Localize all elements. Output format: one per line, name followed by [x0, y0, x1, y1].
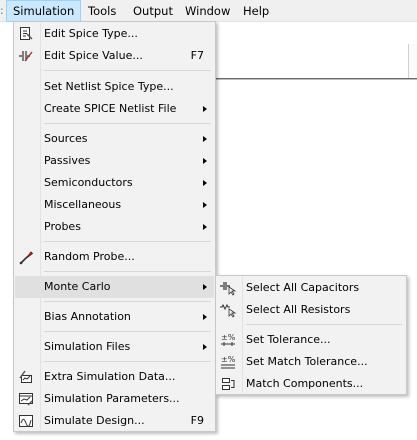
submenu-arrow-icon: [203, 106, 207, 112]
menu-item-label: Simulation Files: [44, 340, 131, 353]
menu-item-set-netlist-spice-type[interactable]: Set Netlist Spice Type...: [15, 76, 214, 98]
simulate-icon: [18, 413, 34, 429]
menu-item-probes[interactable]: Probes: [15, 216, 214, 238]
menu-item-bias-annotation[interactable]: Bias Annotation: [15, 306, 214, 328]
spice-value-icon: [18, 48, 34, 64]
menu-item-label: Sources: [44, 132, 88, 145]
menu-item-label: Monte Carlo: [44, 280, 111, 293]
spice-type-icon: [18, 26, 34, 42]
submenu-arrow-icon: [203, 158, 207, 164]
menu-item-label: Select All Resistors: [246, 303, 351, 316]
menu-separator: [44, 241, 211, 242]
submenu-arrow-icon: [203, 314, 207, 320]
submenu-arrow-icon: [203, 284, 207, 290]
submenu-arrow-icon: [203, 136, 207, 142]
submenu-arrow-icon: [203, 180, 207, 186]
menu-separator: [44, 361, 211, 362]
menu-item-select-all-resistors[interactable]: Select All Resistors: [217, 299, 405, 321]
menu-item-match-components[interactable]: Match Components...: [217, 373, 405, 395]
svg-text:±%: ±%: [221, 355, 236, 364]
menu-bar: : Simulation Tools Output Window Help: [0, 0, 417, 22]
menu-item-simulation-files[interactable]: Simulation Files: [15, 336, 214, 358]
menu-item-label: Passives: [44, 154, 91, 167]
menu-item-label: Extra Simulation Data...: [44, 370, 176, 383]
menu-item-extra-simulation-data[interactable]: Extra Simulation Data...: [15, 366, 214, 388]
menu-item-label: Edit Spice Type...: [44, 27, 138, 40]
menu-item-sources[interactable]: Sources: [15, 128, 214, 150]
menu-item-set-tolerance[interactable]: ±% Set Tolerance...: [217, 329, 405, 351]
shortcut-label: F7: [190, 49, 204, 62]
extra-data-icon: [18, 369, 34, 385]
menu-simulation[interactable]: Simulation: [6, 0, 82, 22]
menu-item-simulation-parameters[interactable]: Simulation Parameters...: [15, 388, 214, 410]
window-frame: [408, 44, 417, 78]
menu-output[interactable]: Output: [127, 0, 179, 22]
menu-item-monte-carlo[interactable]: Monte Carlo: [15, 276, 214, 298]
resistor-select-icon: [220, 302, 237, 318]
menu-item-label: Match Components...: [246, 377, 364, 390]
menu-item-miscellaneous[interactable]: Miscellaneous: [15, 194, 214, 216]
menu-item-random-probe[interactable]: Random Probe...: [15, 246, 214, 268]
tolerance-icon: ±%: [220, 332, 236, 348]
menu-item-label: Simulate Design...: [44, 414, 145, 427]
menu-separator: [44, 271, 211, 272]
menu-item-label: Edit Spice Value...: [44, 49, 143, 62]
match-components-icon: [220, 376, 236, 392]
menu-item-select-all-capacitors[interactable]: Select All Capacitors: [217, 277, 405, 299]
simulation-menu: Edit Spice Type... Edit Spice Value... F…: [13, 21, 216, 432]
menu-separator: [44, 123, 211, 124]
submenu-arrow-icon: [203, 224, 207, 230]
menu-item-label: Create SPICE Netlist File: [44, 102, 177, 115]
submenu-arrow-icon: [203, 202, 207, 208]
menu-item-label: Set Match Tolerance...: [246, 355, 368, 368]
match-tolerance-icon: ±%: [220, 354, 236, 370]
panel-divider: [205, 78, 417, 80]
menu-item-passives[interactable]: Passives: [15, 150, 214, 172]
menu-item-label: Set Tolerance...: [246, 333, 331, 346]
menu-item-create-spice-netlist[interactable]: Create SPICE Netlist File: [15, 98, 214, 120]
menu-item-label: Set Netlist Spice Type...: [44, 80, 174, 93]
menu-item-label: Random Probe...: [44, 250, 135, 263]
menu-separator: [44, 301, 211, 302]
menu-item-label: Select All Capacitors: [246, 281, 360, 294]
menu-item-label: Bias Annotation: [44, 310, 131, 323]
menu-separator: [246, 324, 402, 325]
menu-window[interactable]: Window: [179, 0, 236, 22]
monte-carlo-submenu: Select All Capacitors Select All Resisto…: [215, 275, 407, 395]
menu-item-label: Miscellaneous: [44, 198, 122, 211]
menu-item-semiconductors[interactable]: Semiconductors: [15, 172, 214, 194]
shortcut-label: F9: [190, 414, 204, 427]
parameters-icon: [18, 391, 34, 407]
menu-separator: [44, 70, 211, 71]
menu-item-label: Probes: [44, 220, 81, 233]
menu-item-simulate-design[interactable]: Simulate Design... F9: [15, 410, 214, 432]
menu-item-label: Semiconductors: [44, 176, 133, 189]
menu-item-set-match-tolerance[interactable]: ±% Set Match Tolerance...: [217, 351, 405, 373]
menu-help[interactable]: Help: [237, 0, 275, 22]
menu-item-label: Simulation Parameters...: [44, 392, 180, 405]
menu-separator: [44, 331, 211, 332]
submenu-arrow-icon: [203, 344, 207, 350]
svg-text:±%: ±%: [221, 333, 236, 342]
probe-icon: [18, 249, 34, 265]
menu-tools[interactable]: Tools: [82, 0, 122, 22]
menu-item-edit-spice-type[interactable]: Edit Spice Type...: [15, 23, 214, 45]
menu-item-edit-spice-value[interactable]: Edit Spice Value... F7: [15, 45, 214, 67]
capacitor-select-icon: [220, 280, 237, 296]
